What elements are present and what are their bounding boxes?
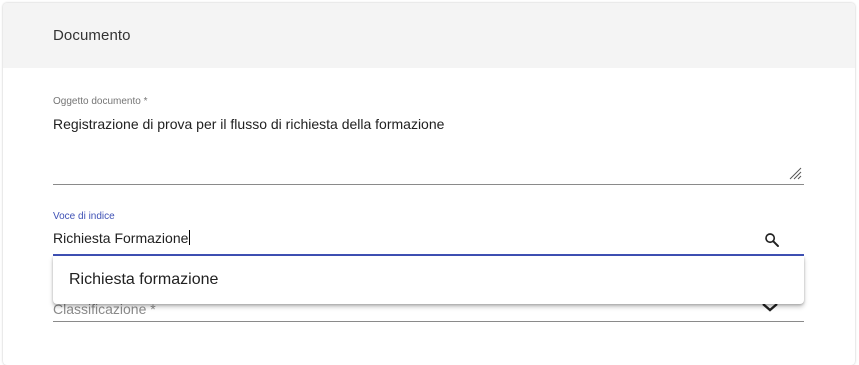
autocomplete-panel: Richiesta formazione (53, 256, 804, 304)
autocomplete-option-richiesta-formazione[interactable]: Richiesta formazione (53, 256, 804, 304)
document-card: Documento Oggetto documento * Registrazi… (3, 3, 855, 365)
voce-di-indice-input[interactable]: Richiesta Formazione (53, 230, 191, 246)
oggetto-documento-underline (53, 184, 804, 185)
oggetto-documento-textarea[interactable]: Registrazione di prova per il flusso di … (53, 116, 444, 132)
voce-di-indice-label: Voce di indice (53, 211, 115, 222)
text-caret (189, 230, 191, 245)
resize-handle-icon[interactable] (788, 166, 802, 180)
card-title: Documento (53, 27, 131, 44)
voce-di-indice-value: Richiesta Formazione (53, 230, 189, 246)
card-header: Documento (3, 3, 855, 68)
classificazione-underline (53, 321, 804, 322)
search-icon[interactable] (763, 231, 781, 249)
oggetto-documento-label: Oggetto documento * (53, 96, 148, 107)
